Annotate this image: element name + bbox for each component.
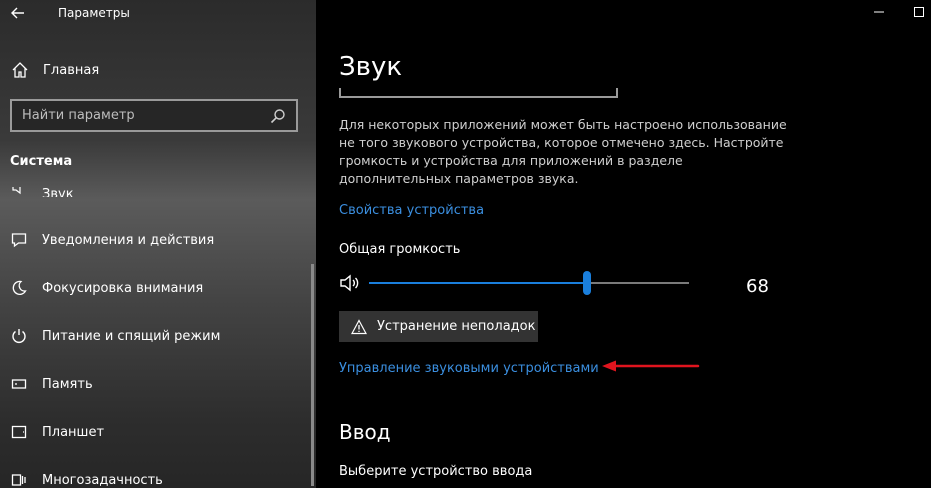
search-box[interactable] [10,99,298,132]
tablet-icon [10,423,28,441]
back-button[interactable] [6,3,30,23]
sidebar-item-label: Уведомления и действия [42,232,215,248]
sidebar-item-sound[interactable]: Звук [10,187,300,197]
search-icon[interactable] [266,108,290,124]
sidebar-item-power[interactable]: Питание и спящий режим [10,322,300,350]
sidebar-item-label: Звук [42,187,74,197]
back-arrow-icon [11,7,24,19]
sidebar-scrollbar[interactable] [311,264,314,486]
moon-icon [10,279,28,297]
home-label: Главная [43,62,100,78]
speaker-icon[interactable] [339,273,363,293]
sidebar-item-label: Фокусировка внимания [42,280,204,296]
sidebar-item-label: Память [42,376,93,392]
notification-icon [10,231,28,249]
volume-label: Общая громкость [339,242,461,257]
search-input[interactable] [12,107,266,124]
sidebar-item-focus-assist[interactable]: Фокусировка внимания [10,274,300,302]
red-arrow-annotation [602,360,700,372]
minimize-button[interactable] [864,0,894,24]
output-device-dropdown[interactable] [339,88,618,98]
manage-sound-devices-link[interactable]: Управление звуковыми устройствами [339,361,599,376]
speaker-icon [10,187,28,197]
troubleshoot-label: Устранение неполадок [377,319,536,334]
device-properties-link[interactable]: Свойства устройства [339,203,484,218]
maximize-icon [914,7,924,17]
sidebar: Параметры Главная Система Звук [0,0,316,488]
volume-slider[interactable] [369,271,689,295]
warning-icon [351,318,367,335]
section-title: Система [10,154,73,169]
main-content: Звук Для некоторых приложений может быть… [316,0,931,488]
power-icon [10,327,28,345]
storage-icon [10,375,28,393]
volume-value: 68 [746,276,769,297]
maximize-button[interactable] [904,0,931,24]
sidebar-item-notifications[interactable]: Уведомления и действия [10,226,300,254]
volume-slider-thumb[interactable] [582,271,591,295]
multitasking-icon [10,471,28,488]
sidebar-item-label: Планшет [42,424,105,440]
troubleshoot-button[interactable]: Устранение неполадок [339,311,538,342]
sidebar-item-multitasking[interactable]: Многозадачность [10,466,300,488]
minimize-icon [874,11,884,13]
input-section-title: Ввод [339,420,391,444]
sidebar-item-storage[interactable]: Память [10,370,300,398]
home-nav-item[interactable]: Главная [10,58,290,82]
description-text: Для некоторых приложений может быть наст… [339,117,787,186]
sidebar-item-label: Многозадачность [42,472,163,488]
page-title: Звук [339,52,403,82]
sidebar-item-tablet[interactable]: Планшет [10,418,300,446]
volume-slider-fill [369,282,587,284]
home-icon [10,60,30,80]
sidebar-item-label: Питание и спящий режим [42,328,221,344]
app-title: Параметры [58,6,130,20]
input-device-label: Выберите устройство ввода [339,464,533,479]
